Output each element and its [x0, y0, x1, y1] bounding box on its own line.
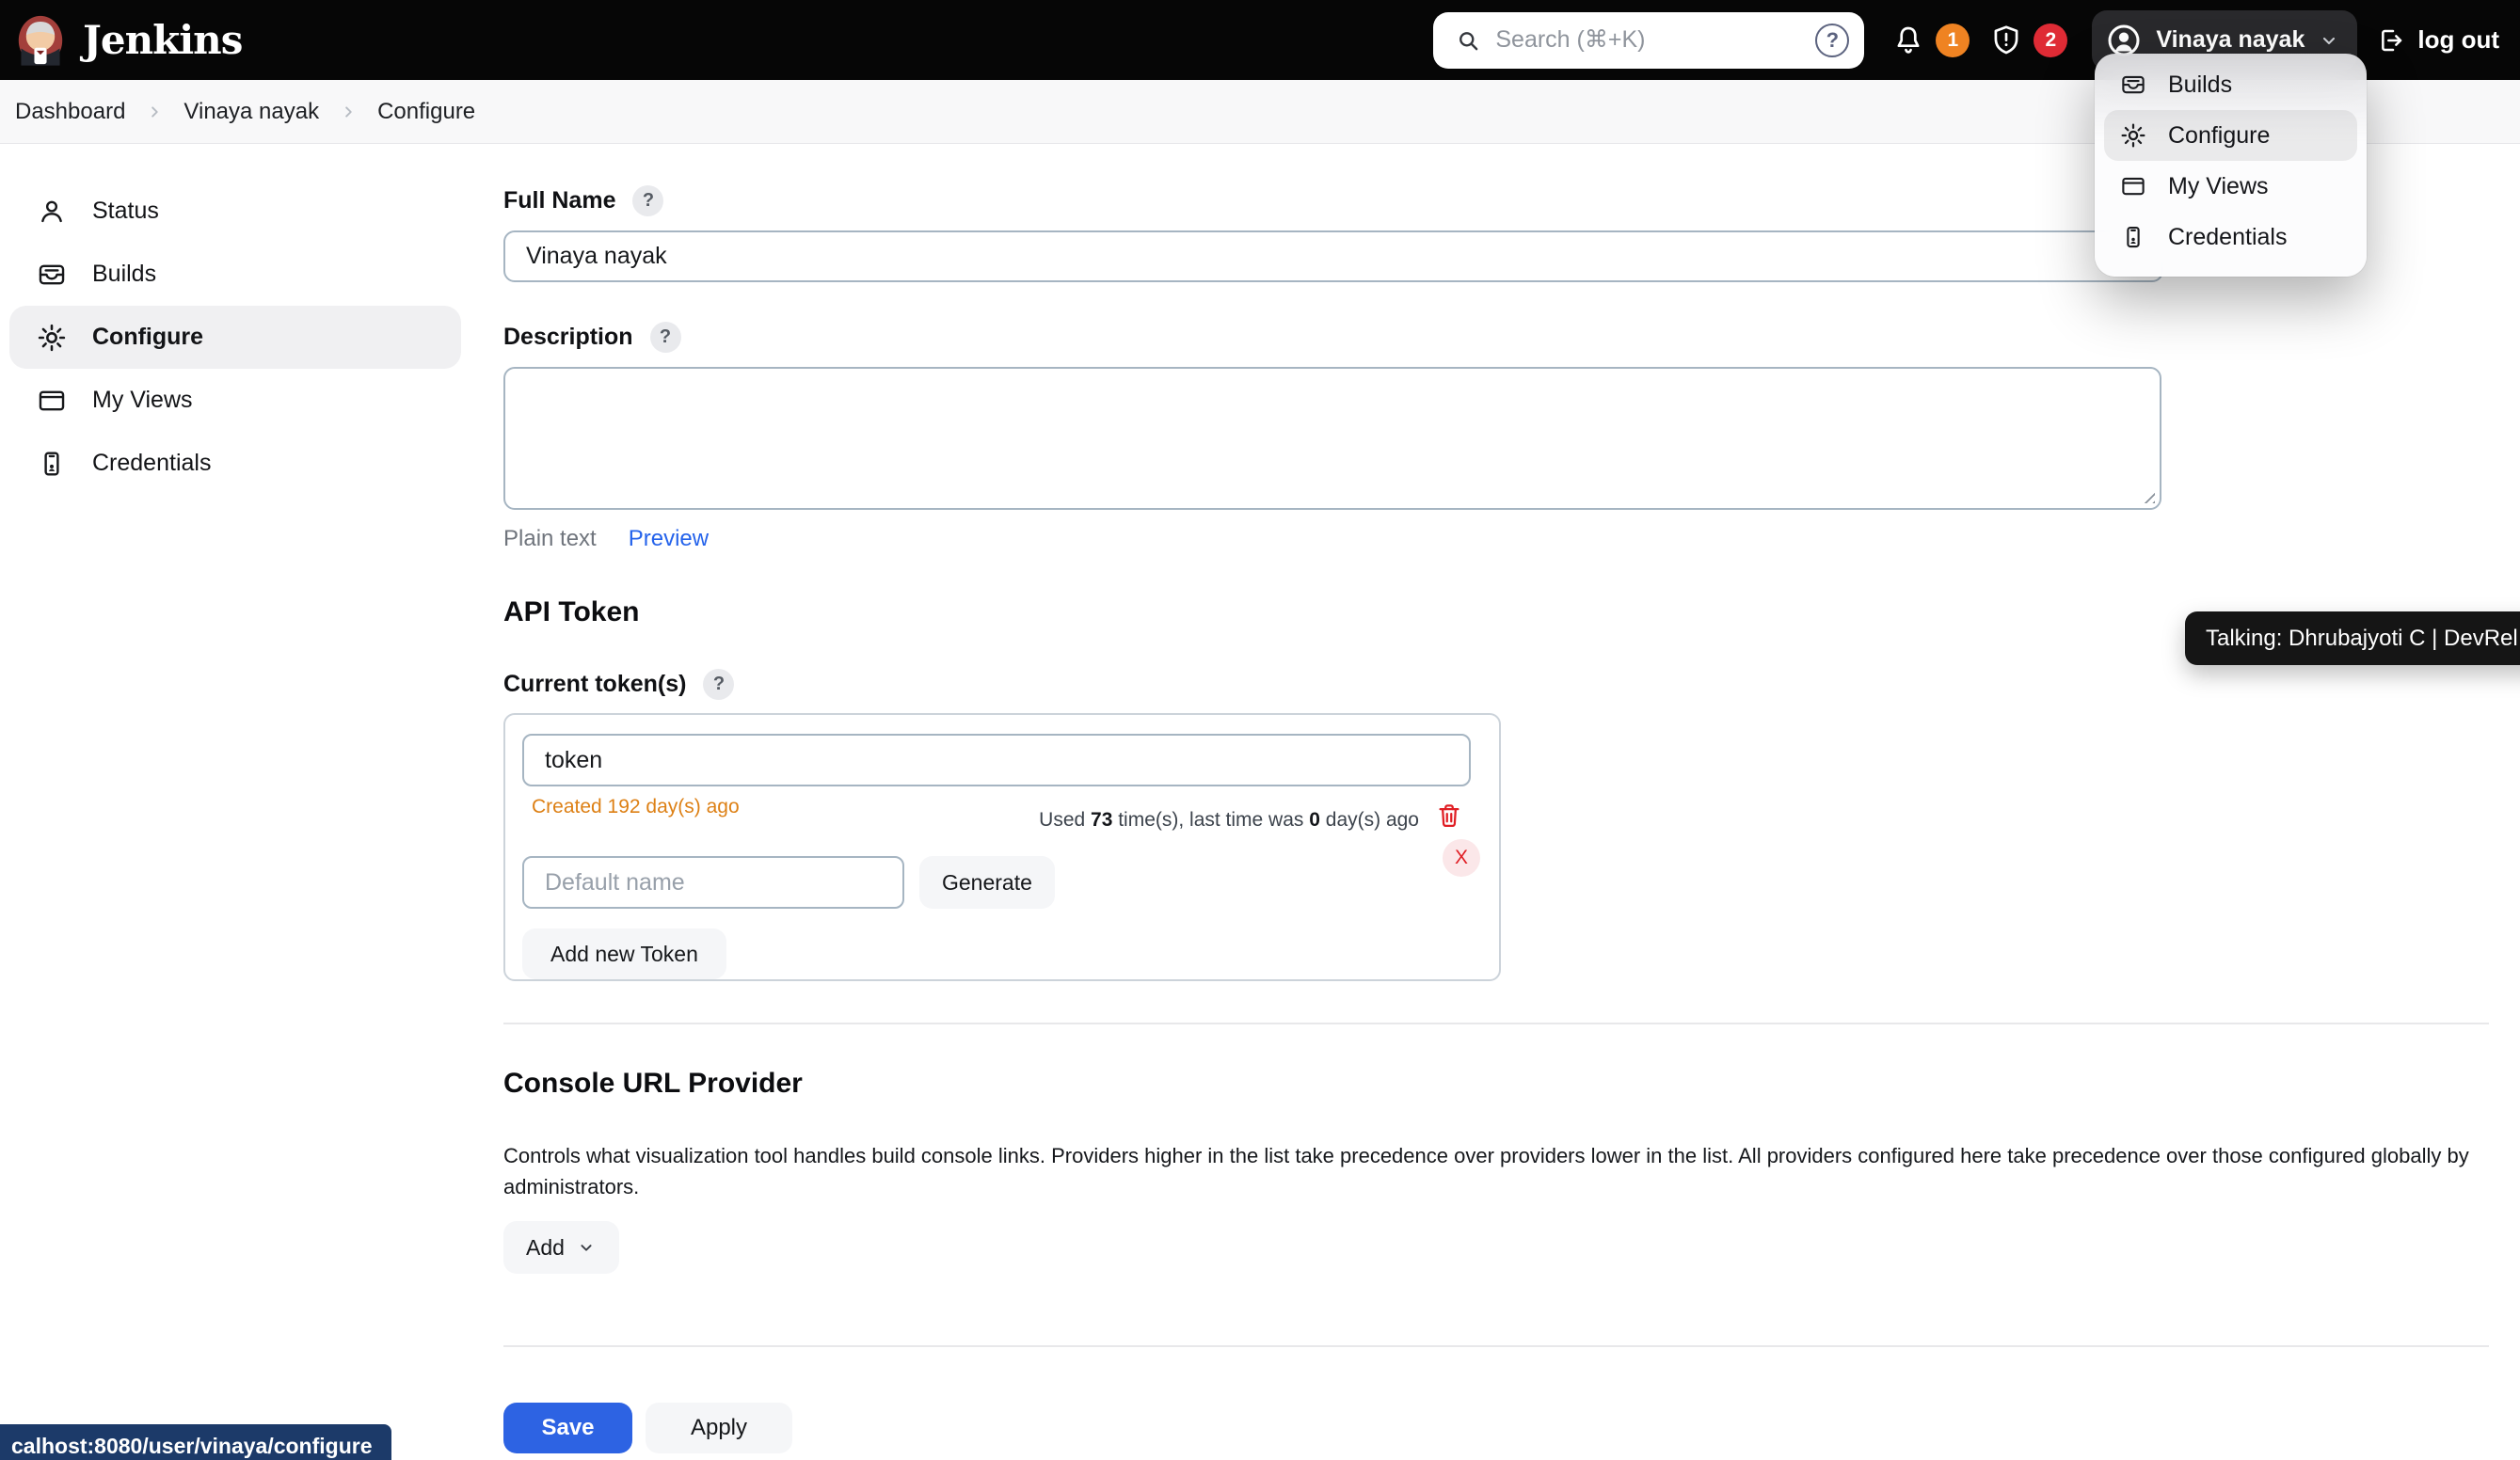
chevron-right-icon [338, 102, 359, 122]
security-badge[interactable]: 2 [2034, 24, 2067, 57]
breadcrumb-configure[interactable]: Configure [377, 99, 475, 125]
search-box: ? [1433, 12, 1864, 69]
revoke-token-button[interactable] [1435, 801, 1463, 830]
sidebar: Status Builds Configure My Views Credent… [0, 144, 471, 495]
sidebar-item-my-views[interactable]: My Views [9, 369, 461, 432]
new-token-name-input[interactable] [522, 856, 904, 909]
plain-text-label: Plain text [503, 526, 597, 552]
id-card-icon [36, 448, 68, 480]
gear-icon [2119, 121, 2147, 150]
menu-item-credentials[interactable]: Credentials [2104, 212, 2357, 262]
save-button[interactable]: Save [503, 1403, 632, 1453]
jenkins-logo-text: Jenkins [83, 17, 242, 63]
x-icon: X [1455, 847, 1468, 869]
usage-middle: time(s), last time was [1112, 809, 1309, 831]
search-help-icon[interactable]: ? [1815, 24, 1849, 57]
generate-token-button[interactable]: Generate [919, 856, 1055, 909]
preview-link[interactable]: Preview [629, 526, 709, 552]
menu-item-label: Credentials [2168, 224, 2287, 251]
full-name-help-icon[interactable]: ? [632, 185, 663, 216]
cancel-token-button[interactable]: X [1443, 839, 1480, 877]
chevron-down-icon [576, 1237, 597, 1258]
user-dropdown-menu: Builds Configure My Views Credentials [2095, 54, 2367, 277]
menu-item-label: My Views [2168, 173, 2269, 200]
full-name-label: Full Name [503, 187, 615, 214]
description-textarea[interactable] [503, 367, 2161, 510]
sidebar-item-status[interactable]: Status [9, 180, 461, 243]
search-icon [1454, 26, 1482, 55]
menu-item-configure[interactable]: Configure [2104, 110, 2357, 161]
chevron-right-icon [144, 102, 165, 122]
gear-icon [36, 322, 68, 354]
security-warnings-button[interactable] [1988, 23, 2024, 58]
menu-item-label: Configure [2168, 122, 2270, 150]
bell-icon [1890, 23, 1926, 58]
menu-item-label: Builds [2168, 71, 2232, 99]
console-url-provider-heading: Console URL Provider [503, 1068, 2520, 1100]
chevron-down-icon [2318, 29, 2340, 52]
jenkins-home-link[interactable]: Jenkins [13, 13, 242, 68]
sidebar-item-label: Credentials [92, 450, 211, 477]
description-help-icon[interactable]: ? [650, 322, 681, 353]
jenkins-user-configure-page: Jenkins ? 1 2 Vinaya nayak [0, 0, 2520, 1460]
trash-icon [1435, 801, 1463, 830]
console-url-provider-description: Controls what visualization tool handles… [503, 1140, 2491, 1202]
logout-label: log out [2417, 25, 2499, 55]
notifications-button[interactable] [1890, 23, 1926, 58]
breadcrumb-user[interactable]: Vinaya nayak [183, 99, 319, 125]
token-name-input[interactable] [522, 734, 1471, 786]
token-usage-text: Used 73 time(s), last time was 0 day(s) … [1039, 809, 1419, 832]
token-card: Created 192 day(s) ago Used 73 time(s), … [503, 713, 1501, 981]
add-new-token-button[interactable]: Add new Token [522, 928, 726, 979]
main-content: Full Name ? Description ? Plain text Pre… [503, 144, 2520, 1274]
token-created-text: Created 192 day(s) ago [532, 796, 740, 818]
section-divider [503, 1023, 2489, 1024]
inbox-icon [2119, 71, 2147, 99]
add-provider-button[interactable]: Add [503, 1221, 619, 1274]
talking-tooltip: Talking: Dhrubajyoti C | DevRel En... [2185, 611, 2520, 665]
usage-last-count: 0 [1309, 809, 1320, 831]
search-input[interactable] [1433, 12, 1864, 69]
id-card-icon [2119, 223, 2147, 251]
inbox-icon [36, 259, 68, 291]
menu-item-my-views[interactable]: My Views [2104, 161, 2357, 212]
sidebar-item-label: My Views [92, 387, 193, 414]
usage-suffix: day(s) ago [1320, 809, 1419, 831]
usage-count: 73 [1091, 809, 1112, 831]
sidebar-item-label: Builds [92, 261, 156, 288]
user-icon [36, 196, 68, 228]
description-label: Description [503, 324, 633, 351]
add-provider-label: Add [526, 1235, 565, 1261]
sidebar-item-label: Configure [92, 324, 203, 351]
sidebar-item-builds[interactable]: Builds [9, 243, 461, 306]
notification-badge[interactable]: 1 [1936, 24, 1970, 57]
sidebar-item-configure[interactable]: Configure [9, 306, 461, 369]
sidebar-item-credentials[interactable]: Credentials [9, 432, 461, 495]
menu-item-builds[interactable]: Builds [2104, 59, 2357, 110]
apply-button[interactable]: Apply [646, 1403, 792, 1453]
current-tokens-label: Current token(s) [503, 671, 686, 698]
shield-warning-icon [1988, 23, 2024, 58]
status-url-bar: calhost:8080/user/vinaya/configure [0, 1424, 391, 1460]
sidebar-item-label: Status [92, 198, 159, 225]
logout-icon [2376, 25, 2406, 56]
window-icon [2119, 172, 2147, 200]
logout-button[interactable]: log out [2376, 25, 2499, 56]
footer-divider [503, 1345, 2489, 1347]
user-name: Vinaya nayak [2156, 26, 2305, 54]
jenkins-butler-icon [13, 13, 68, 68]
breadcrumb-dashboard[interactable]: Dashboard [15, 99, 125, 125]
window-icon [36, 385, 68, 417]
description-field-wrap [503, 367, 2161, 510]
usage-prefix: Used [1039, 809, 1091, 831]
current-tokens-help-icon[interactable]: ? [703, 669, 734, 700]
full-name-input[interactable] [503, 230, 2163, 282]
